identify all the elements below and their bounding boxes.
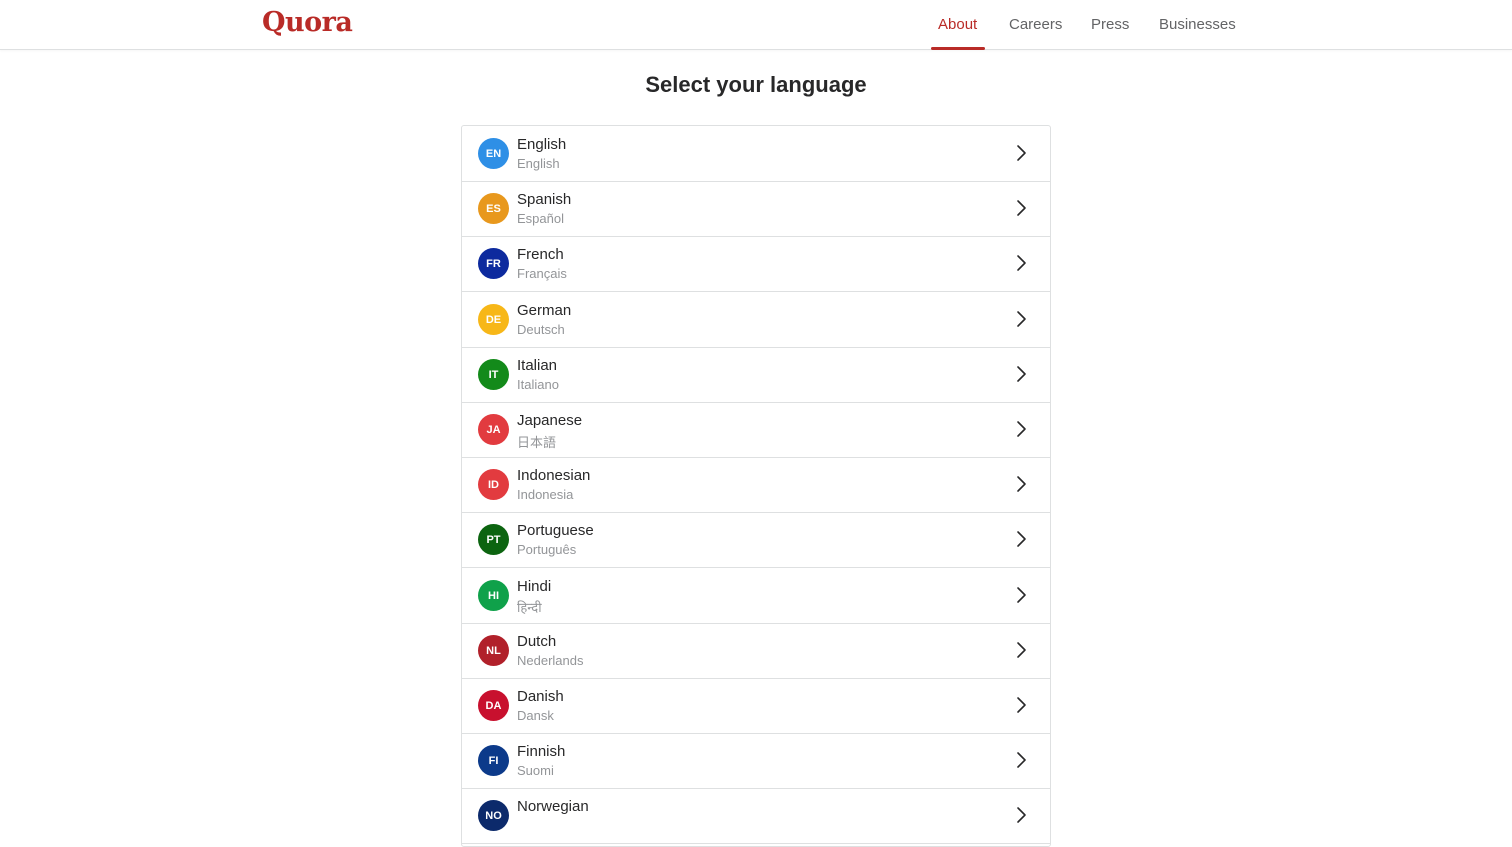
language-native-name: English	[517, 156, 560, 171]
language-item-german[interactable]: DE German Deutsch	[462, 292, 1050, 348]
page-title: Select your language	[645, 72, 867, 97]
language-name: Danish	[517, 688, 564, 705]
language-code-badge: FI	[478, 745, 509, 776]
quora-logo[interactable]: Quora	[262, 7, 353, 38]
language-native-name: Français	[517, 266, 567, 281]
chevron-right-icon	[1017, 697, 1026, 713]
language-native-name: Deutsch	[517, 322, 565, 337]
language-item-indonesian[interactable]: ID Indonesian Indonesia	[462, 457, 1050, 513]
language-code-badge: HI	[478, 580, 509, 611]
language-code-badge: ES	[478, 193, 509, 224]
language-native-name: Português	[517, 542, 577, 557]
language-native-name: Indonesia	[517, 487, 574, 502]
language-item-french[interactable]: FR French Français	[462, 236, 1050, 292]
language-name: Dutch	[517, 633, 557, 650]
language-name: Portuguese	[517, 522, 594, 539]
chevron-right-icon	[1017, 255, 1026, 271]
chevron-right-icon	[1017, 476, 1026, 492]
language-native-name: Italiano	[517, 377, 559, 392]
language-name: German	[517, 302, 572, 319]
language-item-danish[interactable]: DA Danish Dansk	[462, 678, 1050, 734]
chevron-right-icon	[1017, 587, 1026, 603]
nav-businesses[interactable]: Businesses	[1159, 0, 1236, 49]
language-name: Finnish	[517, 743, 566, 760]
language-code-badge: NO	[478, 800, 509, 831]
chevron-right-icon	[1017, 531, 1026, 547]
language-code-badge: ID	[478, 469, 509, 500]
language-native-name: हिन्दी	[517, 600, 542, 615]
language-native-name: Dansk	[517, 708, 554, 723]
language-name: Italian	[517, 357, 558, 374]
language-item-hindi[interactable]: HI Hindi हिन्दी	[462, 568, 1050, 624]
language-name: French	[517, 246, 564, 263]
language-native-name: 日本語	[517, 435, 557, 450]
language-code-badge: JA	[478, 414, 509, 445]
language-item-portuguese[interactable]: PT Portuguese Português	[462, 512, 1050, 568]
chevron-right-icon	[1017, 421, 1026, 437]
language-native-name: Español	[517, 211, 564, 226]
chevron-right-icon	[1017, 366, 1026, 382]
language-list: EN English English ES Spanish Español FR French…	[461, 125, 1051, 847]
chevron-right-icon	[1017, 200, 1026, 216]
language-code-badge: FR	[478, 248, 509, 279]
language-item-dutch[interactable]: NL Dutch Nederlands	[462, 623, 1050, 679]
nav-about[interactable]: About	[930, 0, 986, 50]
language-code-badge: EN	[478, 138, 509, 169]
top-navigation-bar: Quora About Careers Press Businesses	[0, 0, 1512, 50]
language-item-finnish[interactable]: FI Finnish Suomi	[462, 733, 1050, 789]
language-name: Hindi	[517, 578, 552, 595]
language-name: Indonesian	[517, 467, 591, 484]
language-code-badge: DE	[478, 304, 509, 335]
language-code-badge: NL	[478, 635, 509, 666]
language-item-italian[interactable]: IT Italian Italiano	[462, 347, 1050, 403]
chevron-right-icon	[1017, 807, 1026, 823]
chevron-right-icon	[1017, 145, 1026, 161]
chevron-right-icon	[1017, 752, 1026, 768]
language-name: English	[517, 136, 567, 153]
nav-careers[interactable]: Careers	[1009, 0, 1062, 49]
nav-press[interactable]: Press	[1091, 0, 1129, 49]
language-code-badge: DA	[478, 690, 509, 721]
language-item-japanese[interactable]: JA Japanese 日本語	[462, 402, 1050, 458]
language-code-badge: IT	[478, 359, 509, 390]
language-name: Norwegian	[517, 798, 589, 815]
chevron-right-icon	[1017, 311, 1026, 327]
language-native-name: Nederlands	[517, 653, 584, 668]
chevron-right-icon	[1017, 642, 1026, 658]
language-item-spanish[interactable]: ES Spanish Español	[462, 181, 1050, 237]
language-name: Japanese	[517, 412, 583, 429]
language-code-badge: PT	[478, 524, 509, 555]
language-name: Spanish	[517, 191, 572, 208]
language-native-name: Suomi	[517, 763, 554, 778]
language-item-english[interactable]: EN English English	[462, 126, 1050, 182]
language-item-norwegian[interactable]: NO Norwegian	[462, 788, 1050, 844]
